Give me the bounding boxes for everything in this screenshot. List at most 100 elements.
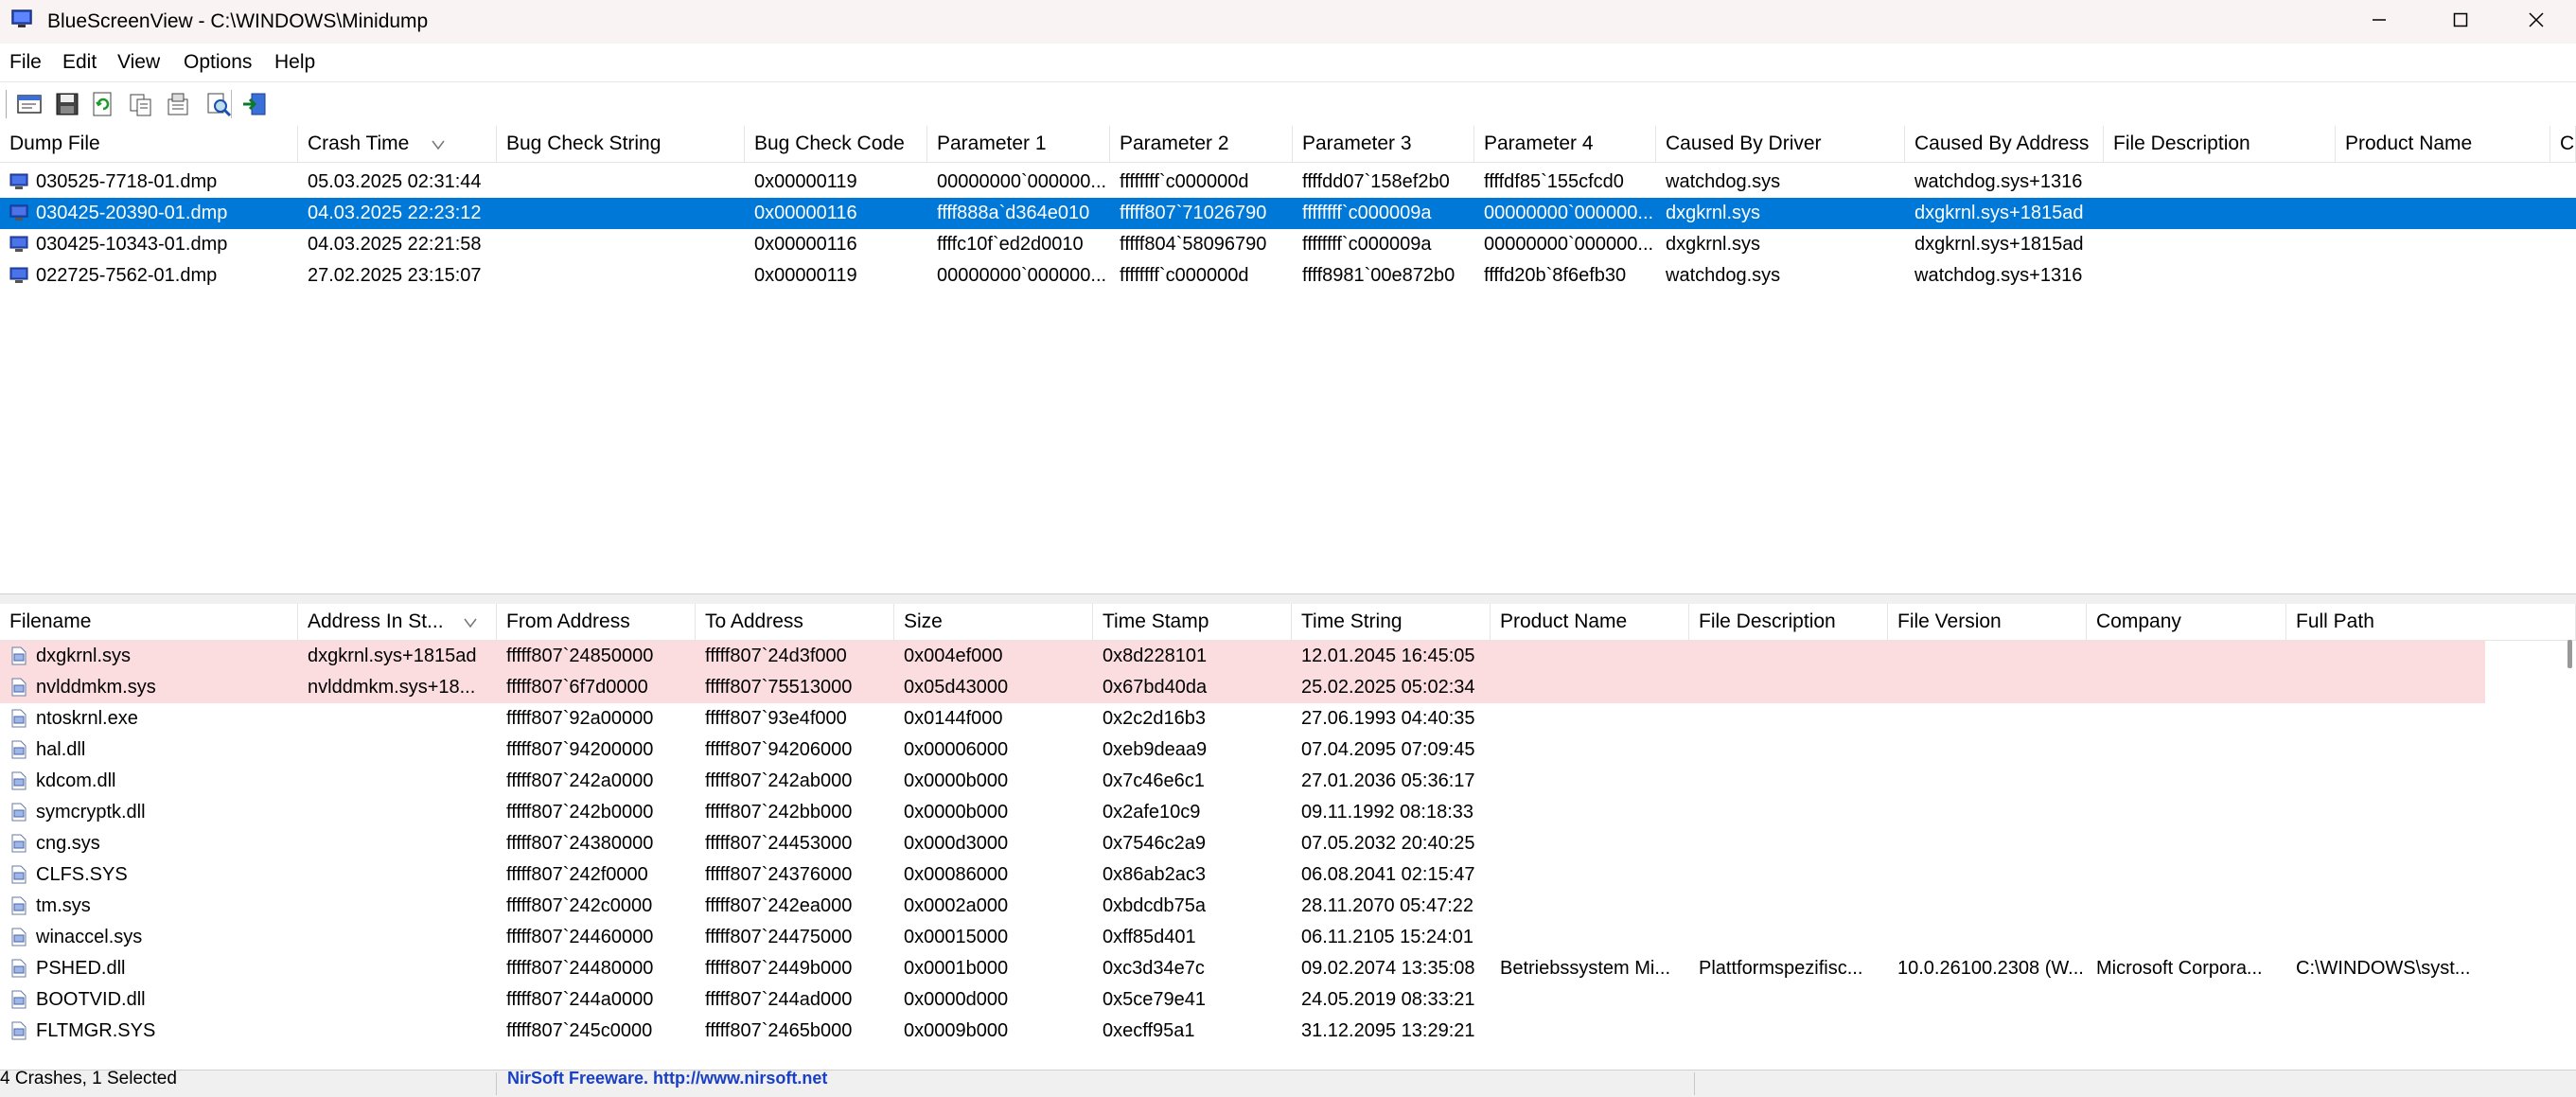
- cell-crash-time: 04.03.2025 22:23:12: [308, 203, 482, 223]
- module-row[interactable]: winaccel.sys fffff807`24460000 fffff807`24…: [0, 922, 2576, 953]
- column-header-parameter-1[interactable]: Parameter 1: [927, 126, 1110, 162]
- column-header-filename[interactable]: Filename: [0, 604, 298, 640]
- column-header-caused-by-driver[interactable]: Caused By Driver: [1656, 126, 1905, 162]
- cell-product-name: [1491, 922, 1689, 953]
- module-row[interactable]: BOOTVID.dll fffff807`244a0000 fffff807`244…: [0, 984, 2576, 1016]
- minimize-button[interactable]: [2341, 0, 2417, 44]
- column-header-c[interactable]: C: [2550, 126, 2576, 162]
- column-header-full-path[interactable]: Full Path: [2286, 604, 2576, 640]
- cell-address-in-st: [298, 828, 497, 859]
- cell-parameter-3: ffffffff`c000009a: [1302, 234, 1432, 255]
- column-header-product-name[interactable]: Product Name: [1491, 604, 1689, 640]
- refresh-button[interactable]: [89, 90, 117, 118]
- menu-edit[interactable]: Edit: [62, 51, 97, 74]
- menu-options[interactable]: Options: [184, 51, 252, 74]
- column-header-to-address[interactable]: To Address: [696, 604, 894, 640]
- options-button[interactable]: [165, 90, 193, 118]
- module-row[interactable]: tm.sys fffff807`242c0000 fffff807`242ea000…: [0, 891, 2576, 922]
- column-header-product-name[interactable]: Product Name: [2336, 126, 2550, 162]
- maximize-icon: [2452, 11, 2469, 33]
- column-header-parameter-2[interactable]: Parameter 2: [1110, 126, 1293, 162]
- cell-from-address: fffff807`242c0000: [506, 895, 653, 916]
- column-header-from-address[interactable]: From Address: [497, 604, 696, 640]
- column-header-bug-check-code[interactable]: Bug Check Code: [745, 126, 927, 162]
- cell-bug-check-code: 0x00000116: [754, 234, 857, 255]
- cell-file-description: [1689, 641, 1888, 672]
- cell-bug-check-string: [497, 260, 745, 292]
- cell-parameter-3: ffffffff`c000009a: [1302, 203, 1432, 223]
- close-button[interactable]: [2498, 0, 2574, 44]
- menu-bar: File Edit View Options Help: [0, 44, 2576, 81]
- crash-dump-list[interactable]: Dump File Crash Time Bug Check String Bug C…: [0, 126, 2576, 593]
- cell-company: [2087, 797, 2286, 828]
- crash-dump-row[interactable]: 030425-10343-01.dmp 04.03.2025 22:21:58 0x…: [0, 229, 2576, 260]
- cell-from-address: fffff807`242f0000: [506, 864, 648, 885]
- properties-button[interactable]: [15, 90, 44, 118]
- cell-time-stamp: 0xecff95a1: [1103, 1020, 1195, 1041]
- column-header-file-description[interactable]: File Description: [2104, 126, 2336, 162]
- column-header-crash-time[interactable]: Crash Time: [298, 126, 497, 162]
- column-header-file-description[interactable]: File Description: [1689, 604, 1888, 640]
- nirsoft-link[interactable]: NirSoft Freeware. http://www.nirsoft.net: [507, 1069, 827, 1088]
- file-icon: [9, 990, 28, 1009]
- cell-full-path: [2286, 641, 2576, 672]
- cell-size: 0x0000b000: [904, 770, 1009, 791]
- cell-full-path: [2286, 797, 2576, 828]
- crash-dump-row[interactable]: 022725-7562-01.dmp 27.02.2025 23:15:07 0x0…: [0, 260, 2576, 292]
- exit-button[interactable]: [240, 90, 269, 118]
- column-header-time-stamp[interactable]: Time Stamp: [1093, 604, 1292, 640]
- cell-time-stamp: 0x2c2d16b3: [1103, 708, 1206, 729]
- column-header-company[interactable]: Company: [2087, 604, 2286, 640]
- module-row[interactable]: dxgkrnl.sys dxgkrnl.sys+1815ad fffff807`24…: [0, 641, 2576, 672]
- crash-dump-row[interactable]: 030425-20390-01.dmp 04.03.2025 22:23:12 0x…: [0, 198, 2576, 229]
- cell-time-stamp: 0xeb9deaa9: [1103, 739, 1208, 760]
- vertical-scrollbar[interactable]: [2567, 640, 2572, 668]
- close-icon: [2528, 11, 2545, 33]
- cell-product-name: [1491, 797, 1689, 828]
- menu-help[interactable]: Help: [274, 51, 315, 74]
- cell-size: 0x00086000: [904, 864, 1009, 885]
- cell-time-string: 07.04.2095 07:09:45: [1301, 739, 1475, 760]
- status-divider: [496, 1072, 497, 1095]
- cell-caused-by-address: watchdog.sys+1316: [1914, 171, 2083, 192]
- cell-file-version: [1888, 859, 2087, 891]
- menu-view[interactable]: View: [117, 51, 160, 74]
- copy-button[interactable]: [127, 90, 155, 118]
- column-header-caused-by-address[interactable]: Caused By Address: [1905, 126, 2104, 162]
- menu-file[interactable]: File: [9, 51, 42, 74]
- column-header-file-version[interactable]: File Version: [1888, 604, 2087, 640]
- column-header-parameter-4[interactable]: Parameter 4: [1474, 126, 1656, 162]
- cell-time-string: 25.02.2025 05:02:34: [1301, 677, 1475, 698]
- save-button[interactable]: [53, 90, 81, 118]
- cell-file-version: 10.0.26100.2308 (W...: [1897, 958, 2084, 979]
- module-row[interactable]: nvlddmkm.sys nvlddmkm.sys+18... fffff807`6…: [0, 672, 2576, 703]
- column-header-bug-check-string[interactable]: Bug Check String: [497, 126, 745, 162]
- properties-icon: [15, 95, 44, 122]
- module-row[interactable]: symcryptk.dll fffff807`242b0000 fffff807`2…: [0, 797, 2576, 828]
- module-row[interactable]: ntoskrnl.exe fffff807`92a00000 fffff807`93…: [0, 703, 2576, 734]
- cell-from-address: fffff807`94200000: [506, 739, 654, 760]
- column-header-time-string[interactable]: Time String: [1292, 604, 1491, 640]
- module-row[interactable]: hal.dll fffff807`94200000 fffff807`9420600…: [0, 734, 2576, 766]
- exit-icon: [240, 93, 269, 122]
- cell-file-description: [2104, 167, 2336, 198]
- cell-time-stamp: 0x5ce79e41: [1103, 989, 1206, 1010]
- crash-dump-row[interactable]: 030525-7718-01.dmp 05.03.2025 02:31:44 0x0…: [0, 167, 2576, 198]
- cell-file-description: [2104, 229, 2336, 260]
- module-row[interactable]: CLFS.SYS fffff807`242f0000 fffff807`243760…: [0, 859, 2576, 891]
- cell-filename: BOOTVID.dll: [36, 989, 146, 1010]
- maximize-button[interactable]: [2423, 0, 2498, 44]
- find-button[interactable]: [204, 90, 233, 118]
- module-row[interactable]: kdcom.dll fffff807`242a0000 fffff807`242ab…: [0, 766, 2576, 797]
- module-row[interactable]: cng.sys fffff807`24380000 fffff807`2445300…: [0, 828, 2576, 859]
- column-header-parameter-3[interactable]: Parameter 3: [1293, 126, 1474, 162]
- cell-address-in-st: [298, 703, 497, 734]
- module-row[interactable]: FLTMGR.SYS fffff807`245c0000 fffff807`2465…: [0, 1016, 2576, 1047]
- loaded-modules-list[interactable]: Filename Address In St... From Address To A…: [0, 604, 2576, 1070]
- column-header-size[interactable]: Size: [894, 604, 1093, 640]
- cell-company: [2087, 859, 2286, 891]
- module-row[interactable]: PSHED.dll fffff807`24480000 fffff807`2449b…: [0, 953, 2576, 984]
- toolbar-grip[interactable]: [6, 90, 10, 118]
- column-header-dump-file[interactable]: Dump File: [0, 126, 298, 162]
- cell-c: [2550, 167, 2576, 198]
